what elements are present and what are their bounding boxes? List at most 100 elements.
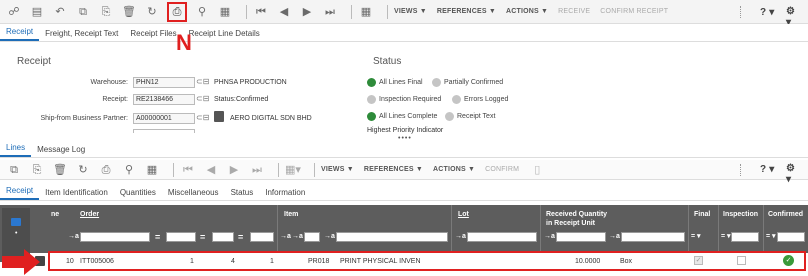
filter-operator[interactable]: →a bbox=[280, 233, 291, 240]
filter-operator[interactable]: →a bbox=[292, 233, 303, 240]
col-order[interactable]: Order bbox=[80, 211, 99, 218]
save-icon[interactable]: ▤ bbox=[29, 4, 45, 20]
delete-icon[interactable]: 🗑 bbox=[52, 162, 68, 178]
tab-information[interactable]: Information bbox=[259, 188, 311, 200]
print-icon[interactable]: ⎙ bbox=[98, 162, 114, 178]
refresh-icon[interactable]: ↻ bbox=[75, 162, 91, 178]
tab-receipt-files[interactable]: Receipt Files bbox=[124, 29, 182, 41]
search-icon[interactable]: ⚲ bbox=[194, 4, 210, 20]
lookup-icon[interactable]: ⊂⊟ bbox=[196, 113, 209, 122]
filter-operator[interactable]: →a bbox=[455, 233, 466, 240]
warehouse-field[interactable]: PHN12 bbox=[133, 77, 195, 88]
toolbar-divider bbox=[314, 162, 315, 177]
receipt-number-field[interactable]: RE2138466 bbox=[133, 94, 195, 105]
tab-freight-receipt-text[interactable]: Freight, Receipt Text bbox=[39, 29, 124, 41]
col-confirmed[interactable]: Confirmed bbox=[768, 211, 803, 218]
tab-message-log[interactable]: Message Log bbox=[31, 145, 91, 157]
col-received-qty[interactable]: Received Quantity bbox=[546, 211, 607, 218]
first-record-icon[interactable]: ⏮ bbox=[180, 162, 196, 178]
undo-icon[interactable]: ↶ bbox=[52, 4, 68, 20]
lookup-icon[interactable]: ⊂⊟ bbox=[196, 77, 209, 86]
indicator-icon bbox=[432, 78, 441, 87]
views-menu[interactable]: VIEWS ▼ bbox=[321, 166, 354, 173]
refresh-icon[interactable]: ↻ bbox=[144, 4, 160, 20]
filter-inspection[interactable] bbox=[731, 232, 759, 242]
status-label: Status: bbox=[214, 96, 236, 103]
calendar-icon[interactable]: ▦ bbox=[358, 4, 374, 20]
tab-status[interactable]: Status bbox=[225, 188, 260, 200]
filter-position[interactable] bbox=[166, 232, 196, 242]
filter-operator[interactable]: = bbox=[155, 232, 160, 242]
business-partner-icon[interactable] bbox=[214, 111, 224, 122]
document-icon[interactable]: ▯ bbox=[529, 162, 545, 178]
delete-icon[interactable]: 🗑 bbox=[121, 4, 137, 20]
highest-priority-indicator: Highest Priority Indicator bbox=[367, 127, 444, 134]
filter-operator[interactable]: = ▾ bbox=[766, 232, 776, 240]
last-record-icon[interactable]: ⏭ bbox=[322, 4, 338, 20]
settings-menu[interactable]: ⚙ ▾ bbox=[786, 163, 798, 185]
filter-operator[interactable]: = bbox=[200, 232, 205, 242]
print-icon[interactable]: ⎙ bbox=[167, 1, 187, 22]
receive-button[interactable]: RECEIVE bbox=[558, 8, 590, 15]
last-record-icon[interactable]: ⏭ bbox=[249, 162, 265, 178]
tab-item-identification[interactable]: Item Identification bbox=[39, 188, 114, 200]
confirm-button[interactable]: CONFIRM bbox=[485, 166, 519, 173]
next-record-icon[interactable]: ▶ bbox=[226, 162, 242, 178]
status-errors-logged: Errors Logged bbox=[452, 95, 508, 104]
filter-confirmed[interactable] bbox=[777, 232, 805, 242]
col-item[interactable]: Item bbox=[284, 211, 298, 218]
filter-order[interactable] bbox=[80, 232, 150, 242]
status-partially-confirmed: Partially Confirmed bbox=[432, 78, 503, 87]
tab-receipt-line[interactable]: Receipt bbox=[0, 186, 40, 200]
filter-lot[interactable] bbox=[467, 232, 537, 242]
filter-operator[interactable]: = ▾ bbox=[721, 232, 731, 240]
filter-receipt-unit[interactable] bbox=[621, 232, 685, 242]
col-final[interactable]: Final bbox=[694, 211, 710, 218]
copy-icon[interactable]: ⧉ bbox=[75, 4, 91, 20]
filter-item-description[interactable] bbox=[336, 232, 448, 242]
filter-operator[interactable]: →a bbox=[68, 233, 79, 240]
duplicate-icon[interactable]: ⎘ bbox=[29, 162, 45, 178]
tab-miscellaneous[interactable]: Miscellaneous bbox=[162, 188, 225, 200]
previous-record-icon[interactable]: ◀ bbox=[203, 162, 219, 178]
ship-from-field[interactable]: A00000001 bbox=[133, 113, 195, 124]
col-received-qty-unit[interactable]: in Receipt Unit bbox=[546, 220, 595, 227]
tab-receipt[interactable]: Receipt bbox=[0, 27, 40, 41]
filter-operator[interactable]: →a bbox=[609, 233, 620, 240]
first-record-icon[interactable]: ⏮ bbox=[253, 4, 269, 20]
clipboard-icon[interactable]: ▦ bbox=[144, 162, 160, 178]
col-line[interactable]: ne bbox=[51, 211, 59, 218]
calendar-icon[interactable]: ▦▾ bbox=[285, 162, 301, 178]
lookup-icon[interactable]: ⊂⊟ bbox=[196, 94, 209, 103]
previous-record-icon[interactable]: ◀ bbox=[276, 4, 292, 20]
filter-sequence[interactable] bbox=[212, 232, 234, 242]
references-menu[interactable]: REFERENCES ▼ bbox=[364, 166, 423, 173]
filter-operator[interactable]: →a bbox=[544, 233, 555, 240]
new-record-icon[interactable]: ☍ bbox=[6, 4, 22, 20]
filter-set[interactable] bbox=[250, 232, 274, 242]
tab-quantities[interactable]: Quantities bbox=[114, 188, 162, 200]
check-icon bbox=[367, 78, 376, 87]
filter-operator[interactable]: = ▾ bbox=[691, 232, 701, 240]
help-menu[interactable]: ? ▾ bbox=[760, 7, 775, 18]
confirm-receipt-button[interactable]: CONFIRM RECEIPT bbox=[600, 8, 668, 15]
tab-receipt-line-details[interactable]: Receipt Line Details bbox=[183, 29, 266, 41]
expand-indicator: • bbox=[15, 230, 18, 237]
next-record-icon[interactable]: ▶ bbox=[299, 4, 315, 20]
views-menu[interactable]: VIEWS ▼ bbox=[394, 8, 427, 15]
col-inspection[interactable]: Inspection bbox=[723, 211, 758, 218]
col-lot[interactable]: Lot bbox=[458, 211, 469, 218]
actions-menu[interactable]: ACTIONS ▼ bbox=[506, 8, 548, 15]
references-menu[interactable]: REFERENCES ▼ bbox=[437, 8, 496, 15]
tab-lines[interactable]: Lines bbox=[0, 143, 32, 157]
filter-item[interactable] bbox=[304, 232, 320, 242]
filter-operator[interactable]: →a bbox=[324, 233, 335, 240]
search-icon[interactable]: ⚲ bbox=[121, 162, 137, 178]
actions-menu[interactable]: ACTIONS ▼ bbox=[433, 166, 475, 173]
help-menu[interactable]: ? ▾ bbox=[760, 164, 775, 175]
copy-icon[interactable]: ⧉ bbox=[6, 162, 22, 178]
filter-operator[interactable]: = bbox=[238, 232, 243, 242]
filter-received-qty[interactable] bbox=[556, 232, 606, 242]
clipboard-icon[interactable]: ▦ bbox=[217, 4, 233, 20]
duplicate-icon[interactable]: ⎘ bbox=[98, 4, 114, 20]
